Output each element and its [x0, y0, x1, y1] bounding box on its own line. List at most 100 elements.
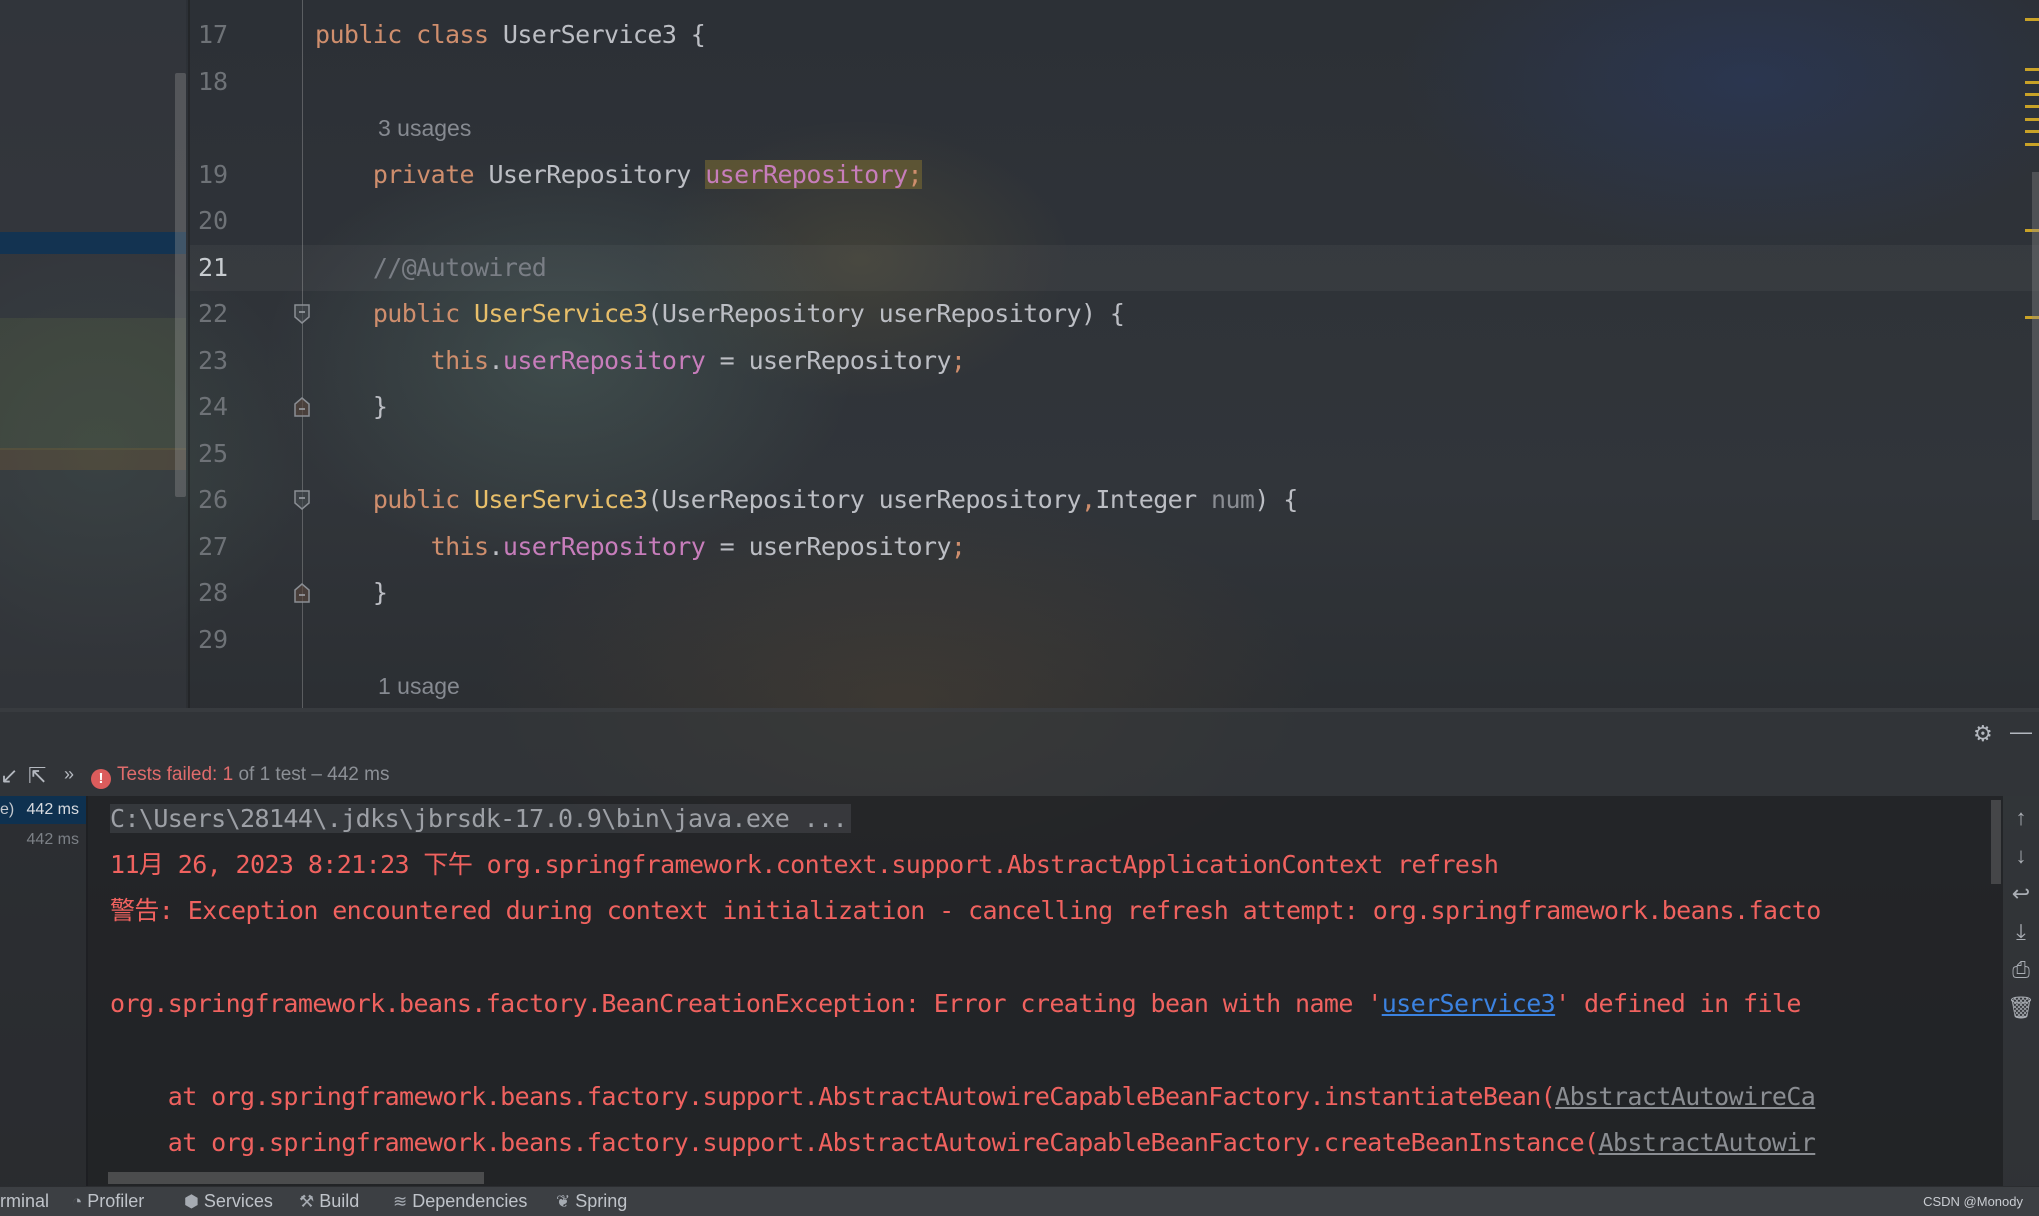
code-line[interactable]: 23 this.userRepository = userRepository; — [190, 338, 2039, 384]
code-line[interactable]: 21 //@Autowired — [190, 245, 2039, 291]
code-line[interactable]: 27 this.userRepository = userRepository; — [190, 524, 2039, 570]
code-line[interactable]: 25 — [190, 431, 2039, 477]
error-stripe-marker[interactable] — [2025, 93, 2039, 96]
error-stripe-marker[interactable] — [2025, 118, 2039, 121]
tab-label: rminal — [0, 1191, 50, 1211]
test-tree-row[interactable]: e) 442 ms — [0, 796, 86, 824]
error-stripe-marker[interactable] — [2025, 81, 2039, 84]
trash-icon[interactable]: 🗑 — [2003, 994, 2039, 1022]
code-line[interactable]: 17 public class UserService3 { — [190, 12, 2039, 58]
tab-terminal[interactable]: rminal — [0, 1187, 49, 1216]
error-stripe-marker[interactable] — [2025, 143, 2039, 146]
usages-inlay-hint[interactable]: 3 usages — [190, 105, 2039, 151]
fold-open-icon[interactable] — [293, 489, 311, 510]
console-log-header: 11月 26, 2023 8:21:23 下午 org.springframew… — [110, 850, 1499, 879]
print-icon[interactable]: ⎙ — [2003, 956, 2039, 984]
code-token: public class — [315, 20, 503, 49]
usages-hint[interactable]: 1 usage — [378, 663, 460, 709]
error-stripe-marker[interactable] — [2025, 130, 2039, 133]
test-duration: 442 ms — [26, 801, 79, 818]
console-command-line[interactable]: C:\Users\28144\.jdks\jbrsdk-17.0.9\bin\j… — [110, 804, 852, 833]
code-token: , — [1080, 485, 1096, 514]
line-number[interactable]: 24 — [198, 384, 238, 430]
error-stripe-marker[interactable] — [2025, 105, 2039, 108]
tab-profiler[interactable]: ◔ Profiler — [72, 1187, 144, 1216]
down-arrow-icon[interactable]: ↓ — [2003, 842, 2039, 870]
watermark: CSDN @Monody — [1923, 1194, 2023, 1209]
code-line[interactable]: 19 private UserRepository userRepository… — [190, 152, 2039, 198]
code-text[interactable]: } — [315, 384, 388, 430]
tab-spring[interactable]: ❦ Spring — [556, 1187, 627, 1216]
scroll-to-end-icon[interactable]: ⤓ — [2003, 918, 2039, 946]
code-token: (UserRepository userRepository — [647, 485, 1081, 514]
line-number[interactable]: 17 — [198, 12, 238, 58]
console-vertical-scrollbar[interactable] — [1991, 800, 2001, 884]
exception-text: org.springframework.beans.factory.BeanCr… — [110, 989, 1382, 1018]
code-line[interactable]: 20 — [190, 198, 2039, 244]
usages-hint[interactable]: 3 usages — [378, 105, 471, 151]
code-text[interactable]: this.userRepository = userRepository; — [315, 338, 966, 384]
code-text[interactable]: public UserService3(UserRepository userR… — [315, 291, 1125, 337]
code-token: public — [372, 485, 474, 514]
gear-icon[interactable]: ⚙ — [1973, 722, 1993, 746]
soft-wrap-icon[interactable]: ↩ — [2003, 880, 2039, 908]
console-output[interactable]: C:\Users\28144\.jdks\jbrsdk-17.0.9\bin\j… — [88, 796, 2003, 1186]
line-number[interactable]: 26 — [198, 477, 238, 523]
project-tree-highlight — [0, 318, 186, 450]
test-tree-row[interactable]: 442 ms — [0, 826, 86, 854]
project-panel-scrollbar[interactable] — [175, 73, 186, 497]
minimize-icon[interactable]: — — [2010, 720, 2032, 744]
code-line[interactable]: 29 — [190, 617, 2039, 663]
stack-trace-line: at org.springframework.beans.factory.sup… — [110, 1120, 1816, 1166]
line-number[interactable]: 27 — [198, 524, 238, 570]
console-horizontal-scrollbar[interactable] — [108, 1172, 484, 1184]
line-number[interactable]: 18 — [198, 59, 238, 105]
code-line[interactable]: 24 } — [190, 384, 2039, 430]
code-text[interactable]: private UserRepository userRepository; — [315, 152, 923, 198]
code-line[interactable]: 26 public UserService3(UserRepository us… — [190, 477, 2039, 523]
tab-services[interactable]: ⬢ Services — [184, 1187, 273, 1216]
source-link[interactable]: AbstractAutowireCa — [1555, 1082, 1816, 1111]
code-token: . — [488, 531, 503, 561]
code-text[interactable]: //@Autowired — [315, 245, 547, 291]
project-tree-selected-row[interactable] — [0, 232, 186, 254]
code-text[interactable]: this.userRepository = userRepository; — [315, 524, 966, 570]
line-number[interactable]: 22 — [198, 291, 238, 337]
fold-close-icon[interactable] — [293, 582, 311, 603]
error-stripe-marker[interactable] — [2025, 68, 2039, 71]
fold-open-icon[interactable] — [293, 303, 311, 324]
code-text[interactable]: public UserService3(UserRepository userR… — [315, 477, 1299, 523]
line-number[interactable]: 21 — [198, 245, 238, 291]
code-text[interactable]: } — [315, 570, 388, 616]
line-number[interactable]: 25 — [198, 431, 238, 477]
line-number[interactable]: 29 — [198, 617, 238, 663]
tab-build[interactable]: ⚒ Build — [299, 1187, 359, 1216]
line-number[interactable]: 20 — [198, 198, 238, 244]
source-link[interactable]: AbstractAutowir — [1598, 1128, 1815, 1157]
code-text[interactable]: public class UserService3 { — [315, 12, 706, 58]
line-number[interactable]: 23 — [198, 338, 238, 384]
error-stripe-marker[interactable] — [2025, 18, 2039, 21]
code-line[interactable]: 22 public UserService3(UserRepository us… — [190, 291, 2039, 337]
code-line[interactable]: 18 — [190, 59, 2039, 105]
usages-inlay-hint[interactable]: 1 usage — [190, 663, 2039, 709]
code-token: public — [372, 299, 474, 328]
bean-name-link[interactable]: userService3 — [1382, 989, 1556, 1018]
fold-close-icon[interactable] — [293, 396, 311, 417]
code-token: userRepository — [705, 159, 908, 189]
code-token: Integer — [1095, 485, 1212, 514]
tab-label: Profiler — [87, 1191, 145, 1211]
profiler-icon: ◔ — [72, 1192, 83, 1211]
line-number[interactable]: 28 — [198, 570, 238, 616]
more-actions-icon[interactable]: » — [64, 762, 74, 786]
tab-dependencies[interactable]: ≋ Dependencies — [393, 1187, 527, 1216]
export-icon[interactable]: ⇱ — [28, 764, 46, 788]
line-number[interactable]: 19 — [198, 152, 238, 198]
up-arrow-icon[interactable]: ↑ — [2003, 804, 2039, 832]
code-editor[interactable]: 17 public class UserService3 {18 3 usages 1… — [190, 0, 2039, 708]
code-line[interactable]: 28 } — [190, 570, 2039, 616]
editor-vertical-scrollbar[interactable] — [2032, 172, 2039, 520]
code-token: //@Autowired — [372, 252, 547, 282]
collapse-icon[interactable]: ↙ — [0, 764, 18, 788]
stack-trace-line: at org.springframework.beans.factory.sup… — [110, 1074, 1816, 1120]
